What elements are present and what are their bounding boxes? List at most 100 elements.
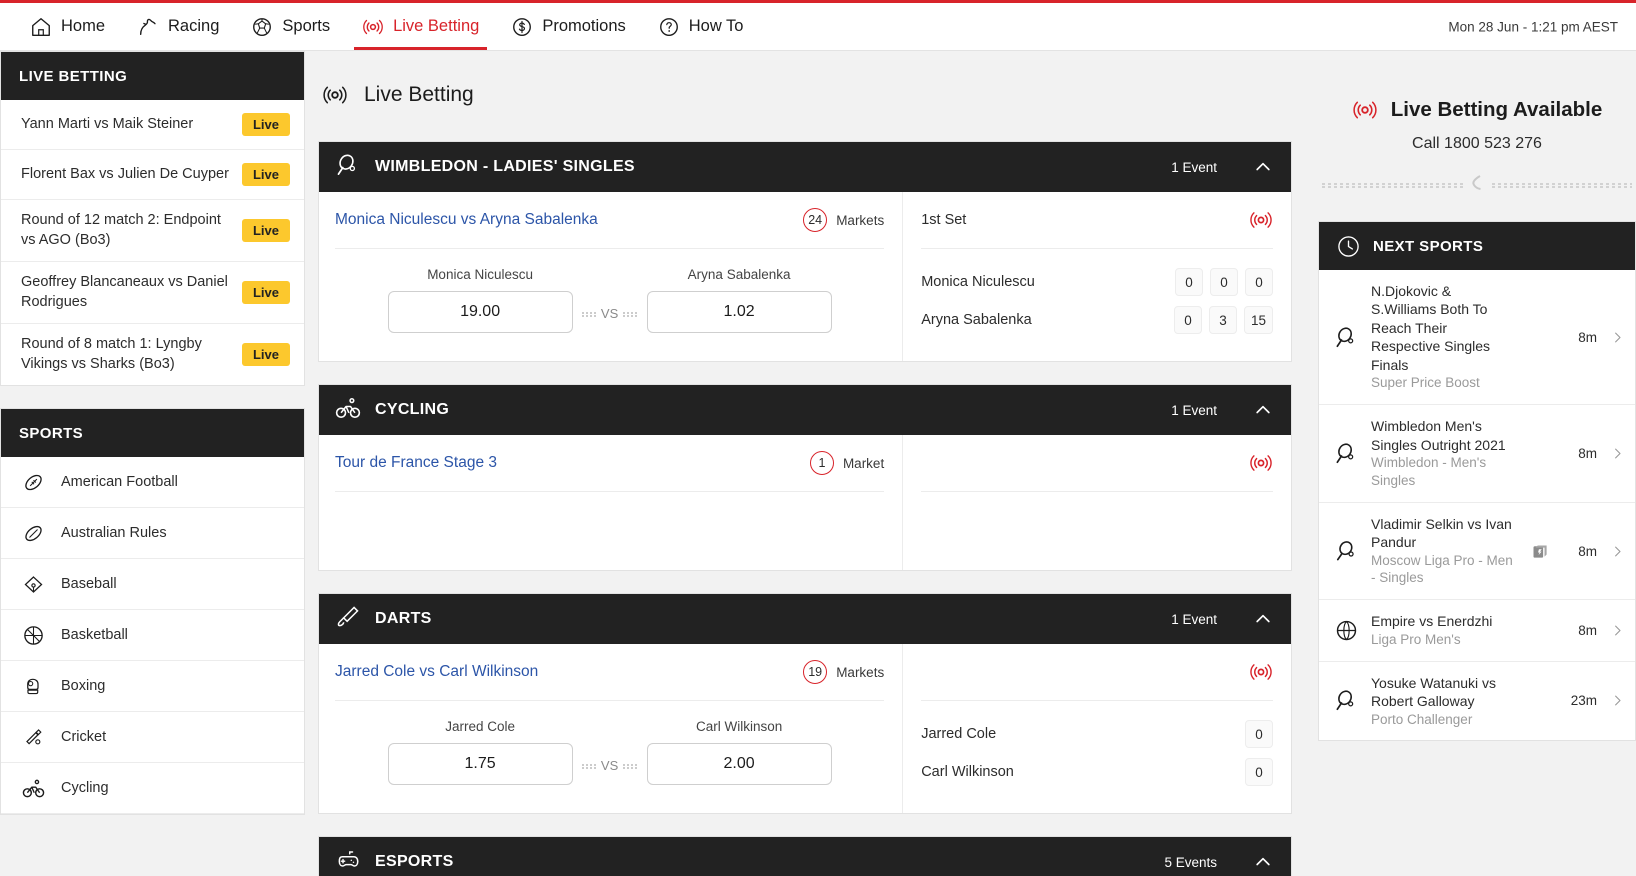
main-content: Live Betting WIMBLEDON - LADIES' SINGLES… — [305, 51, 1306, 876]
sports-list: American Football Australian Rules Basebal… — [1, 457, 304, 815]
next-sports-item[interactable]: Yosuke Watanuki vs Robert Galloway Porto … — [1319, 662, 1635, 741]
next-sports-item[interactable]: Wimbledon Men's Singles Outright 2021 Wim… — [1319, 405, 1635, 503]
live-signal-icon — [1249, 660, 1273, 684]
competition-block: WIMBLEDON - LADIES' SINGLES 1 Event Monica… — [318, 141, 1292, 362]
next-sports-item[interactable]: Empire vs Enerdzhi Liga Pro Men's 8m — [1319, 600, 1635, 662]
top-navigation-bar: Home Racing Sports Live Betting Promotions Ho… — [0, 0, 1636, 51]
event-name-link[interactable]: Monica Niculescu vs Aryna Sabalenka — [335, 211, 598, 229]
versus-separator: VS — [573, 758, 647, 785]
markets-label: Markets — [836, 212, 885, 228]
scoreboard-cells: 0 — [1245, 758, 1274, 786]
odds-button[interactable]: 1.75 — [387, 743, 573, 785]
tennis-racquet-icon — [1333, 325, 1359, 350]
markets-count-group[interactable]: 24 Markets — [803, 208, 884, 232]
sports-panel-heading: SPORTS — [1, 409, 304, 458]
next-sports-subtitle: Wimbledon - Men's Singles — [1371, 455, 1487, 488]
cycling-icon — [21, 776, 45, 800]
chevron-right-icon[interactable] — [1609, 623, 1625, 638]
live-signal-icon — [1249, 451, 1273, 475]
live-betting-list: Yann Marti vs Maik Steiner Live Florent Ba… — [1, 100, 304, 385]
event-scoreboard-area — [902, 435, 1291, 570]
nav-item-how-to[interactable]: How To — [642, 3, 760, 50]
chevron-right-icon[interactable] — [1609, 693, 1625, 708]
score-cell: 3 — [1208, 306, 1237, 334]
next-sports-title: Yosuke Watanuki vs Robert Galloway — [1371, 674, 1497, 710]
next-sports-item[interactable]: Vladimir Selkin vs Ivan Pandur Moscow Lig… — [1319, 503, 1635, 601]
markets-count-group[interactable]: 19 Markets — [803, 660, 884, 684]
live-betting-list-item[interactable]: Geoffrey Blancaneaux vs Daniel Rodrigues… — [1, 262, 304, 325]
question-icon — [658, 16, 680, 38]
chevron-up-icon[interactable] — [1253, 400, 1273, 420]
event-name-link[interactable]: Tour de France Stage 3 — [335, 454, 497, 472]
odds-button[interactable]: 1.02 — [646, 291, 832, 333]
event-header: Tour de France Stage 3 1 Market — [335, 451, 884, 491]
nav-item-home[interactable]: Home — [14, 3, 121, 50]
odds-button[interactable]: 2.00 — [646, 743, 832, 785]
sidebar-item-cricket[interactable]: Cricket — [1, 712, 304, 764]
competition-header[interactable]: WIMBLEDON - LADIES' SINGLES 1 Event — [319, 142, 1291, 192]
next-sports-time: 8m — [1578, 622, 1597, 638]
live-betting-list-item[interactable]: Florent Bax vs Julien De Cuyper Live — [1, 150, 304, 200]
sidebar-item-label: American Football — [61, 474, 178, 491]
sidebar-item-label: Baseball — [61, 576, 117, 593]
basketball-icon — [21, 623, 45, 647]
event-scoreboard-area: 1st Set Monica Niculescu 0 0 0 Aryna Sabalenk… — [902, 192, 1291, 361]
markets-count: 19 — [803, 660, 828, 684]
live-signal-icon — [362, 16, 384, 38]
odds-button[interactable]: 19.00 — [387, 291, 573, 333]
nav-item-label: Promotions — [542, 17, 626, 35]
markets-count-group[interactable]: 1 Market — [809, 451, 884, 475]
next-sports-item[interactable]: N.Djokovic & S.Williams Both To Reach Th… — [1319, 270, 1635, 406]
event-name-link[interactable]: Jarred Cole vs Carl Wilkinson — [335, 663, 538, 681]
score-cell: 15 — [1243, 306, 1274, 334]
versus-separator: VS — [573, 306, 647, 333]
odds-column: Aryna Sabalenka 1.02 — [646, 267, 832, 333]
live-badge: Live — [241, 219, 290, 243]
sidebar-item-basketball[interactable]: Basketball — [1, 610, 304, 662]
chevron-up-icon[interactable] — [1253, 852, 1273, 872]
sidebar-item-american-football[interactable]: American Football — [1, 457, 304, 509]
sidebar-item-australian-rules[interactable]: Australian Rules — [1, 508, 304, 560]
live-badge: Live — [241, 163, 290, 186]
clock-icon — [1337, 235, 1360, 258]
next-sports-panel: NEXT SPORTS N.Djokovic & S.Williams Both… — [1318, 221, 1636, 742]
volleyball-icon — [1333, 618, 1359, 643]
sidebar-item-boxing[interactable]: Boxing — [1, 661, 304, 713]
live-betting-list-item[interactable]: Yann Marti vs Maik Steiner Live — [1, 100, 304, 150]
chevron-right-icon[interactable] — [1609, 446, 1625, 461]
next-sports-time: 23m — [1570, 693, 1597, 709]
sidebar-item-baseball[interactable]: Baseball — [1, 559, 304, 611]
competition-header[interactable]: DARTS 1 Event — [319, 594, 1291, 644]
home-icon — [30, 16, 52, 38]
next-sports-subtitle: Moscow Liga Pro - Men - Singles — [1371, 552, 1513, 586]
sidebar-item-label: Boxing — [61, 678, 106, 695]
nav-item-promotions[interactable]: Promotions — [495, 3, 641, 50]
competition-title: CYCLING — [375, 401, 450, 418]
nav-item-racing[interactable]: Racing — [121, 3, 235, 50]
next-sports-subtitle: Super Price Boost — [1371, 375, 1480, 391]
competition-header[interactable]: ESPORTS 5 Events — [319, 837, 1291, 876]
scoreboard-row: Aryna Sabalenka 0 3 15 — [921, 301, 1274, 339]
live-betting-list-item[interactable]: Round of 8 match 1: Lyngby Vikings vs Sh… — [1, 324, 304, 385]
competition-header[interactable]: CYCLING 1 Event — [319, 385, 1291, 435]
live-betting-list-item[interactable]: Round of 12 match 2: Endpoint vs AGO (Bo… — [1, 200, 304, 263]
chevron-up-icon[interactable] — [1253, 157, 1273, 177]
sidebar-item-cycling[interactable]: Cycling — [1, 763, 304, 815]
runner-name: Carl Wilkinson — [695, 719, 783, 734]
sidebar-item-label: Basketball — [61, 627, 128, 644]
nav-item-live-betting[interactable]: Live Betting — [346, 3, 495, 50]
event-header: Jarred Cole vs Carl Wilkinson 19 Markets — [335, 660, 884, 700]
scoreboard-row: Carl Wilkinson 0 — [921, 753, 1274, 791]
chevron-right-icon[interactable] — [1609, 330, 1625, 345]
competition-block: CYCLING 1 Event Tour de France Stage 3 1 Mar… — [318, 384, 1292, 571]
dotted-line-right — [623, 761, 638, 770]
chevron-up-icon[interactable] — [1253, 609, 1273, 629]
scoreboard: Jarred Cole 0 Carl Wilkinson 0 — [921, 701, 1274, 791]
nav-item-sports[interactable]: Sports — [235, 3, 346, 50]
chevron-right-icon[interactable] — [1609, 544, 1625, 559]
darts-icon — [335, 604, 361, 635]
scoreboard-cells: 0 — [1245, 720, 1274, 748]
live-betting-available-title-row: Live Betting Available — [1318, 97, 1636, 123]
competition-event-count: 5 Events — [1164, 854, 1217, 870]
nav-item-label: Racing — [168, 17, 220, 35]
